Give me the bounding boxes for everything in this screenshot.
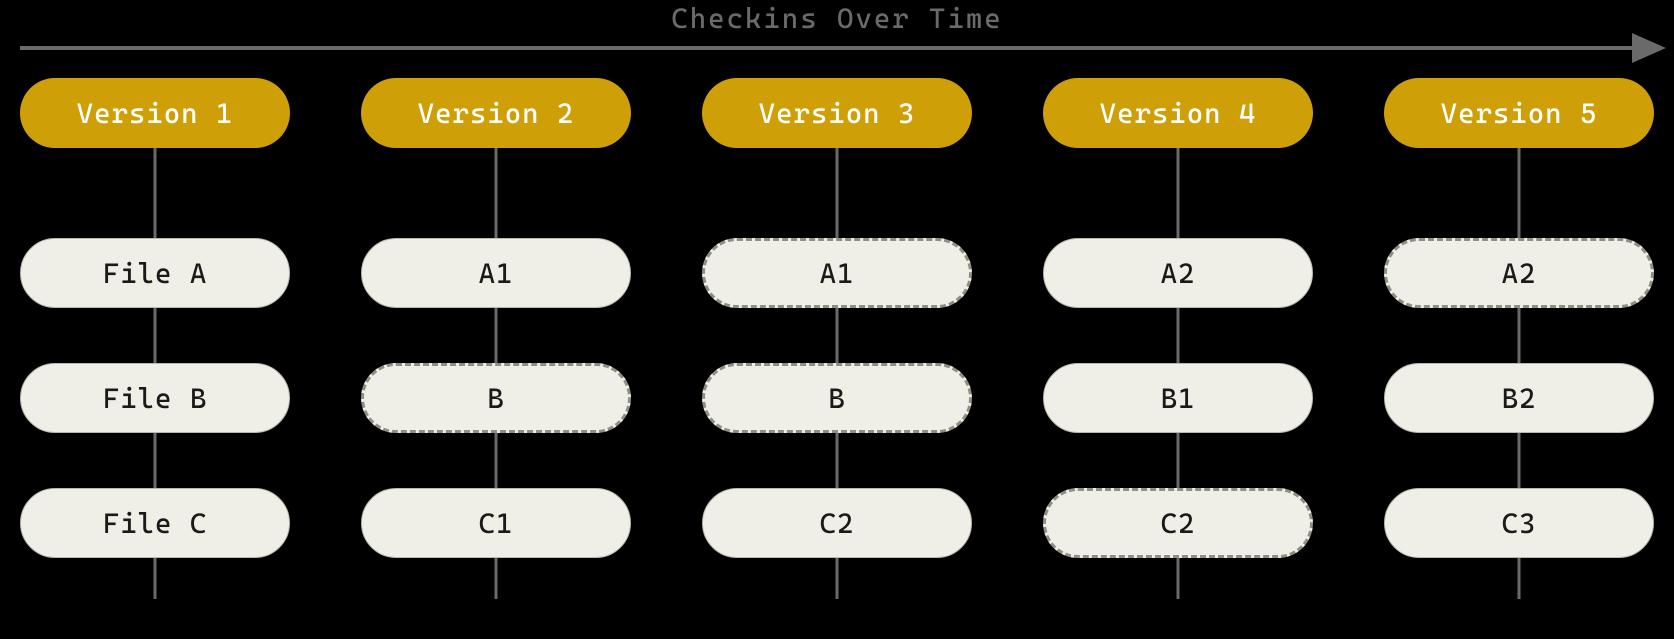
version-header: Version 4: [1043, 78, 1313, 148]
version-column: Version 3 A1 B C2: [702, 78, 972, 629]
file-node: A1: [702, 238, 972, 308]
file-node: B2: [1384, 363, 1654, 433]
file-node: File A: [20, 238, 290, 308]
diagram-title: Checkins Over Time: [0, 2, 1674, 35]
timeline-arrow-shaft: [20, 46, 1634, 50]
version-column: Version 1 File A File B File C: [20, 78, 290, 629]
timeline-arrow-head-icon: [1632, 33, 1666, 63]
version-header: Version 3: [702, 78, 972, 148]
file-node: A2: [1384, 238, 1654, 308]
file-node: C3: [1384, 488, 1654, 558]
file-node: A1: [361, 238, 631, 308]
diagram-canvas: Checkins Over Time Version 1 File A File…: [0, 0, 1674, 639]
file-node: A2: [1043, 238, 1313, 308]
version-column: Version 2 A1 B C1: [361, 78, 631, 629]
file-node: File B: [20, 363, 290, 433]
file-node: C2: [702, 488, 972, 558]
version-column: Version 5 A2 B2 C3: [1384, 78, 1654, 629]
file-node: B1: [1043, 363, 1313, 433]
file-node: C2: [1043, 488, 1313, 558]
columns-container: Version 1 File A File B File C Version 2…: [20, 78, 1654, 629]
file-node: File C: [20, 488, 290, 558]
file-node: C1: [361, 488, 631, 558]
version-header: Version 1: [20, 78, 290, 148]
version-header: Version 5: [1384, 78, 1654, 148]
version-column: Version 4 A2 B1 C2: [1043, 78, 1313, 629]
file-node: B: [361, 363, 631, 433]
version-header: Version 2: [361, 78, 631, 148]
file-node: B: [702, 363, 972, 433]
